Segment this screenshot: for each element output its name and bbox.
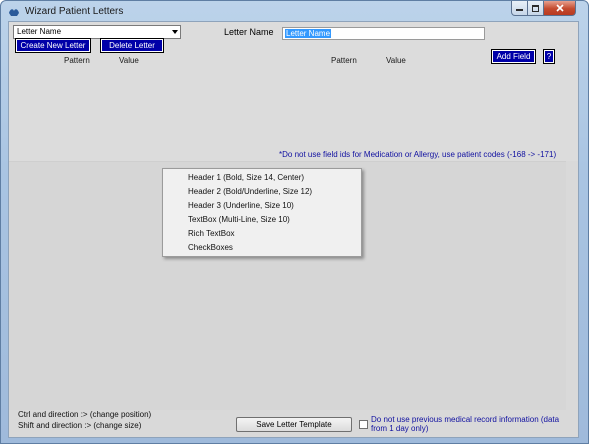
letter-name-label: Letter Name: [224, 27, 274, 37]
create-new-letter-button[interactable]: Create New Letter: [15, 38, 91, 53]
maximize-icon: [532, 4, 539, 12]
maximize-button[interactable]: [527, 1, 544, 16]
minimize-icon: [516, 9, 523, 11]
insert-element-menu: Header 1 (Bold, Size 14, Center) Header …: [162, 168, 362, 257]
app-icon: [9, 9, 19, 16]
letter-select-value: Letter Name: [17, 27, 62, 36]
column-header-value: Value: [119, 56, 139, 65]
window-title: Wizard Patient Letters: [25, 6, 124, 17]
menu-item-header-3[interactable]: Header 3 (Underline, Size 10): [188, 201, 294, 210]
close-icon: [555, 4, 564, 12]
app-window: Wizard Patient Letters Letter Name Creat…: [0, 0, 589, 444]
help-button[interactable]: ?: [543, 49, 555, 64]
menu-item-header-1[interactable]: Header 1 (Bold, Size 14, Center): [188, 173, 304, 182]
menu-item-checkboxes[interactable]: CheckBoxes: [188, 243, 233, 252]
minimize-button[interactable]: [511, 1, 528, 16]
menu-item-textbox[interactable]: TextBox (Multi-Line, Size 10): [188, 215, 290, 224]
field-id-warning: *Do not use field ids for Medication or …: [279, 150, 557, 159]
menu-item-header-2[interactable]: Header 2 (Bold/Underline, Size 12): [188, 187, 312, 196]
letter-select[interactable]: Letter Name: [13, 25, 181, 39]
delete-letter-button[interactable]: Delete Letter: [100, 38, 164, 53]
add-field-button[interactable]: Add Field: [491, 49, 536, 64]
fields-panel: Letter Name Create New Letter Delete Let…: [9, 22, 578, 161]
column-header-value-2: Value: [386, 56, 406, 65]
letter-name-value: Letter Name: [285, 29, 332, 38]
previous-record-checkbox[interactable]: [359, 420, 368, 429]
size-hint: Shift and direction :> (change size): [18, 421, 142, 430]
column-header-pattern-2: Pattern: [331, 56, 357, 65]
column-header-pattern: Pattern: [64, 56, 90, 65]
letter-name-input[interactable]: Letter Name: [282, 27, 485, 40]
menu-item-rich-textbox[interactable]: Rich TextBox: [188, 229, 235, 238]
position-hint: Ctrl and direction :> (change position): [18, 410, 152, 419]
save-letter-template-button[interactable]: Save Letter Template: [236, 417, 352, 432]
previous-record-label: Do not use previous medical record infor…: [371, 415, 560, 433]
title-bar[interactable]: Wizard Patient Letters: [1, 1, 588, 23]
close-button[interactable]: [543, 1, 576, 16]
chevron-down-icon: [172, 30, 178, 34]
